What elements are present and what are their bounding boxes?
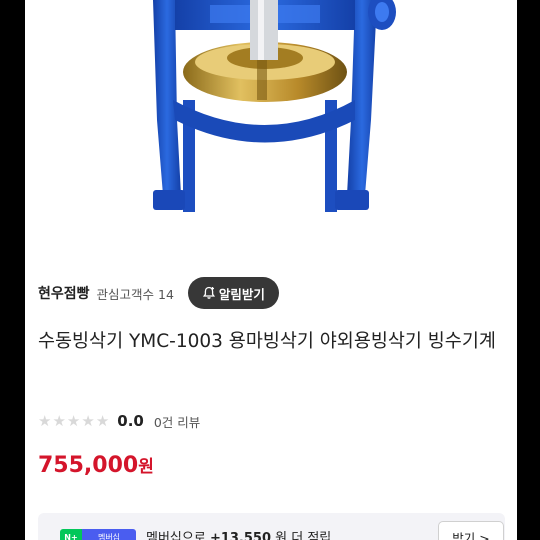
seller-name[interactable]: 현우점빵 (38, 283, 90, 303)
notify-button[interactable]: 알림받기 (187, 277, 279, 309)
ice-shaver-machine-image (153, 0, 396, 212)
promo-points: +13,550 (209, 531, 272, 540)
membership-badge: N+ 멤버십 (60, 529, 136, 540)
star-icon: ★ (38, 411, 52, 430)
promo-text-after: 원 더 적립 (275, 531, 332, 540)
notify-button-label: 알림받기 (218, 286, 265, 302)
price-value: 755,000 (38, 453, 139, 478)
star-icon: ★ (66, 411, 81, 430)
star-icon: ★ (52, 411, 66, 430)
review-count[interactable]: 0건 리뷰 (154, 412, 200, 431)
membership-badge-label: 멤버십 (82, 529, 136, 540)
rating-row[interactable]: ★ ★ ★ ★ ★ 0.0 0건 리뷰 (38, 410, 200, 432)
bell-plus-icon (202, 286, 215, 299)
naver-plus-badge: N+ (60, 529, 82, 540)
product-price: 755,000원 (38, 452, 154, 478)
price-currency: 원 (138, 457, 154, 477)
rating-score: 0.0 (117, 412, 144, 430)
star-icon: ★ (95, 411, 110, 430)
membership-promo: N+ 멤버십 멤버십으로 +13,550 원 더 적립 받기 > (38, 513, 505, 540)
promo-text: 멤버십으로 +13,550 원 더 적립 (146, 527, 331, 540)
promo-text-before: 멤버십으로 (146, 531, 206, 540)
seller-row: 현우점빵 관심고객수 14 알림받기 (38, 276, 279, 310)
product-panel: 현우점빵 관심고객수 14 알림받기 수동빙삭기 YMC-1003 용마빙삭기 … (25, 0, 517, 540)
product-image[interactable] (25, 0, 517, 258)
rating-stars: ★ ★ ★ ★ ★ (38, 411, 110, 430)
star-icon: ★ (81, 411, 95, 430)
receive-points-button[interactable]: 받기 > (438, 521, 504, 540)
product-title: 수동빙삭기 YMC-1003 용마빙삭기 야외용빙삭기 빙수기계 (38, 331, 496, 352)
follower-count: 관심고객수 14 (96, 286, 174, 302)
